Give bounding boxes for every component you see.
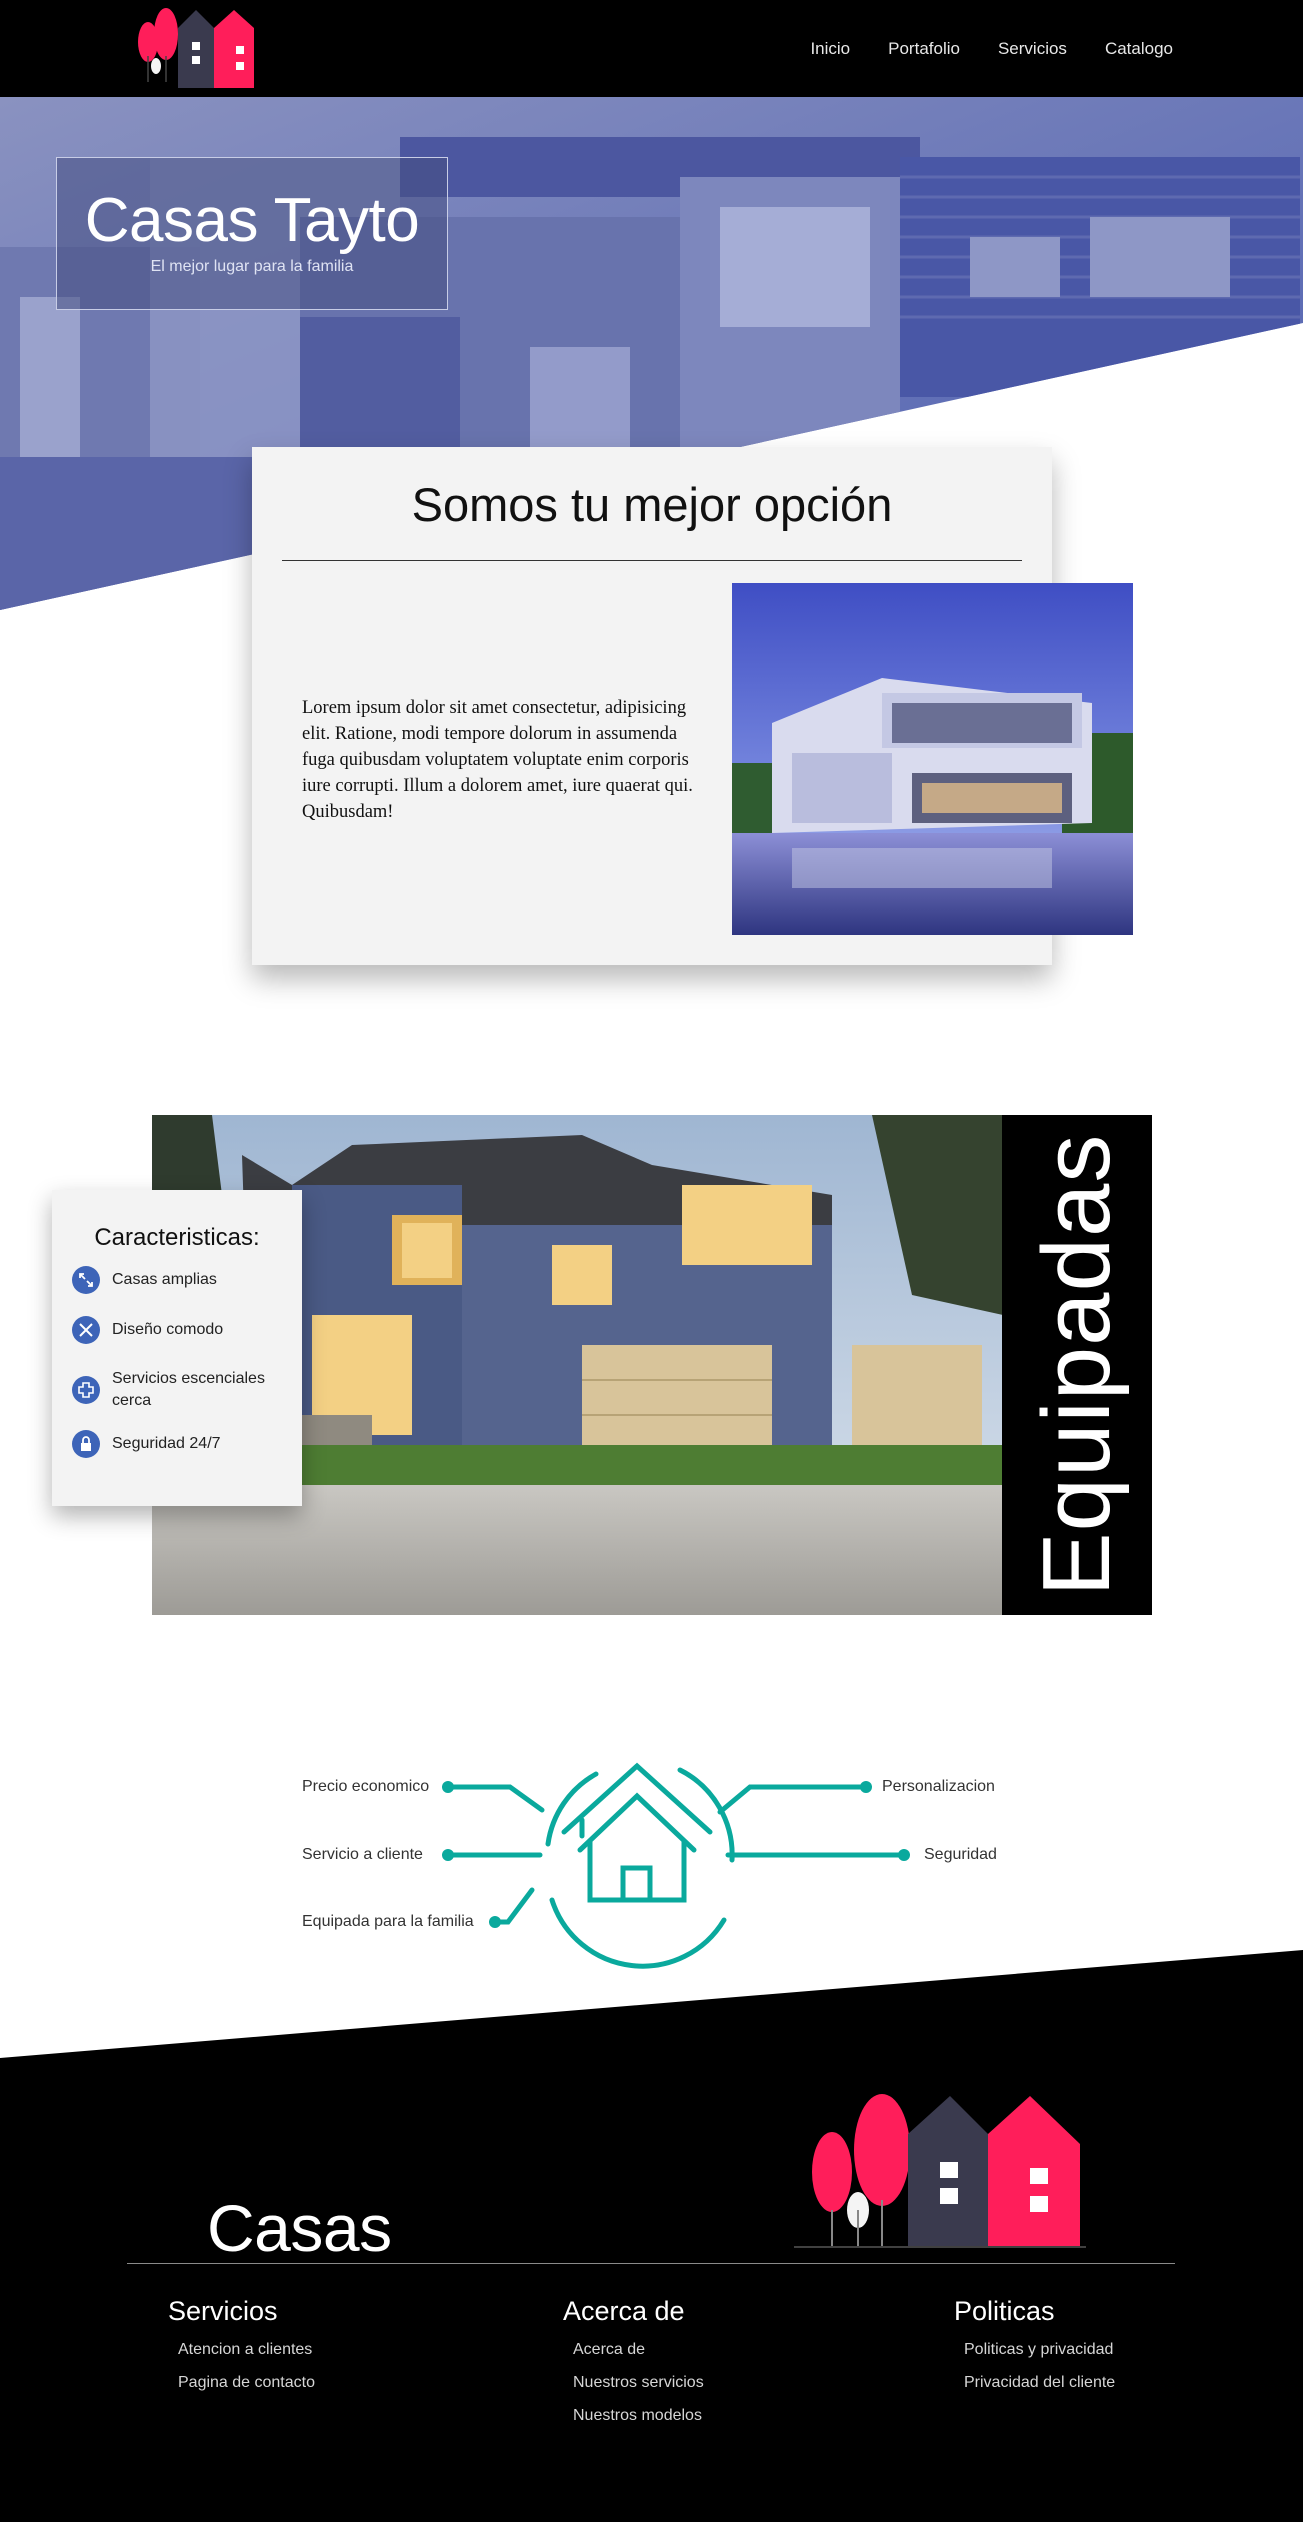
footer-column-title: Acerca de <box>563 2296 685 2326</box>
footer-link[interactable]: Privacidad del cliente <box>964 2373 1115 2393</box>
benefit-label: Seguridad <box>924 1846 997 1863</box>
tools-icon <box>72 1316 100 1344</box>
benefit-label: Equipada para la familia <box>302 1913 474 1930</box>
logo[interactable] <box>128 6 268 88</box>
feature-item: Servicios escenciales cerca <box>72 1368 282 1412</box>
intro-divider <box>282 560 1022 561</box>
nav-link-catalogo[interactable]: Catalogo <box>1105 39 1173 59</box>
benefit-label: Servicio a cliente <box>302 1846 423 1863</box>
footer-link[interactable]: Pagina de contacto <box>178 2373 315 2393</box>
benefit-label: Precio economico <box>302 1778 430 1795</box>
hero-title-box: Casas Tayto El mejor lugar para la famil… <box>56 157 448 310</box>
feature-item: Casas amplias <box>72 1266 282 1294</box>
hero-title: Casas Tayto <box>84 186 420 255</box>
benefits-diagram: Precio economico Servicio a cliente Equi… <box>290 1750 1030 1970</box>
feature-item: Diseño comodo <box>72 1316 282 1344</box>
nav-link-inicio[interactable]: Inicio <box>810 39 850 59</box>
feature-item: Seguridad 24/7 <box>72 1430 282 1458</box>
feature-label: Seguridad 24/7 <box>112 1435 221 1452</box>
footer-column-title: Politicas <box>954 2296 1055 2326</box>
nav-link-portafolio[interactable]: Portafolio <box>888 39 960 59</box>
intro-heading: Somos tu mejor opción <box>411 478 893 531</box>
footer-brand: Casas <box>207 2191 392 2265</box>
footer-link[interactable]: Acerca de <box>573 2340 704 2360</box>
features-card: Caracteristicas: Casas amplias Diseño co… <box>52 1190 302 1506</box>
feature-label: Diseño comodo <box>112 1321 224 1338</box>
feature-label: Servicios escenciales cerca <box>112 1370 265 1409</box>
navbar: Inicio Portafolio Servicios Catalogo <box>0 0 1303 97</box>
security-lock-icon <box>72 1430 100 1458</box>
benefit-label: Personalizacion <box>882 1778 995 1795</box>
footer-link[interactable]: Nuestros servicios <box>573 2373 704 2393</box>
medical-cross-icon <box>72 1376 100 1404</box>
features-title: Caracteristicas: <box>94 1224 260 1251</box>
intro-paragraph: Lorem ipsum dolor sit amet consectetur, … <box>302 698 693 822</box>
footer <box>0 1950 1303 2522</box>
modern-house-photo <box>732 583 1133 935</box>
footer-column-acerca: Acerca de Acerca de Nuestros servicios N… <box>563 2296 704 2426</box>
footer-logo[interactable] <box>790 2090 1090 2250</box>
footer-column-title: Servicios <box>168 2296 278 2326</box>
footer-link[interactable]: Politicas y privacidad <box>964 2340 1115 2360</box>
expand-icon <box>72 1266 100 1294</box>
footer-column-politicas: Politicas Politicas y privacidad Privaci… <box>954 2296 1115 2393</box>
main-nav: Inicio Portafolio Servicios Catalogo <box>810 0 1173 97</box>
footer-link[interactable]: Nuestros modelos <box>573 2406 704 2426</box>
feature-label: Casas amplias <box>112 1271 217 1288</box>
equipadas-text: Equipadas <box>1023 1133 1130 1597</box>
hero-subtitle: El mejor lugar para la familia <box>150 258 354 275</box>
nav-link-servicios[interactable]: Servicios <box>998 39 1067 59</box>
footer-divider <box>127 2263 1175 2264</box>
footer-column-servicios: Servicios Atencion a clientes Pagina de … <box>168 2296 315 2393</box>
equipadas-banner: Equipadas <box>1002 1115 1152 1615</box>
footer-link[interactable]: Atencion a clientes <box>178 2340 315 2360</box>
